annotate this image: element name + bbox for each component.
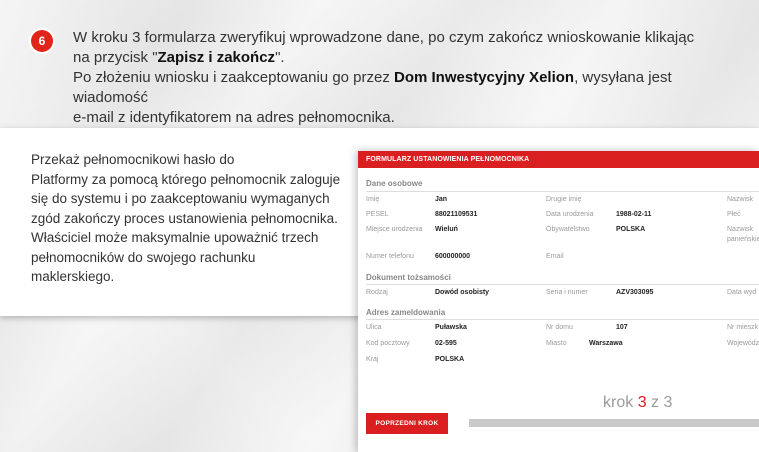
progress-bar: [469, 419, 759, 427]
label-issue-date: Data wyd: [727, 289, 757, 296]
description-line: Przekaż pełnomocnikowi hasło do: [31, 152, 235, 167]
intro-bold-button-name: Zapisz i zakończ: [157, 49, 276, 66]
value-pesel: 88021109531: [435, 211, 478, 218]
label-second-name: Drugie imię: [546, 196, 582, 203]
value-city: Warszawa: [589, 340, 623, 347]
description-line: się do systemu i po zaakceptowaniu wymag…: [31, 191, 330, 206]
intro-line-3: Po złożeniu wniosku i zaakceptowaniu go …: [73, 68, 713, 108]
value-house-number: 107: [616, 324, 628, 331]
step-current: 3: [637, 394, 647, 411]
step-indicator: krok 3 z 3: [603, 394, 672, 412]
progress-bar-fill: [469, 419, 759, 427]
label-house-number: Nr domu: [546, 324, 573, 331]
value-postal-code: 02-595: [435, 340, 457, 347]
previous-step-button[interactable]: POPRZEDNI KROK: [366, 413, 448, 434]
label-postal-code: Kod pocztowy: [366, 340, 410, 347]
description-line: Platformy za pomocą którego pełnomocnik …: [31, 171, 341, 187]
value-phone: 600000000: [435, 253, 471, 260]
description-line: Właściciel może maksymalnie upoważnić tr…: [31, 230, 319, 245]
section-document-title: Dokument tożsamości: [366, 273, 451, 282]
intro-text: W kroku 3 formularza zweryfikuj wprowadz…: [73, 28, 713, 128]
description-line: zgód zakończy proces ustanowienia pełnom…: [31, 210, 338, 226]
step-word: krok: [603, 394, 634, 411]
value-doc-number: AZV303095: [616, 289, 654, 296]
form-title: FORMULARZ USTANOWIENIA PEŁNOMOCNIKA: [358, 151, 759, 168]
intro-bold-company: Dom Inwestycyjny Xelion: [394, 69, 575, 86]
value-doc-type: Dowód osobisty: [435, 289, 490, 296]
intro-text-fragment: na przycisk ": [73, 49, 158, 66]
label-doc-number: Seria i numer: [546, 289, 588, 296]
label-street: Ulica: [366, 324, 382, 331]
section-divider: [366, 191, 759, 192]
step-number-badge: 6: [31, 30, 53, 52]
intro-text-fragment: Po złożeniu wniosku i zaakceptowaniu go …: [73, 69, 395, 86]
intro-line-1: W kroku 3 formularza zweryfikuj wprowadz…: [73, 29, 695, 46]
section-personal-title: Dane osobowe: [366, 179, 423, 188]
label-surname: Nazwisk: [727, 196, 754, 203]
label-doc-type: Rodzaj: [366, 289, 388, 296]
intro-text-fragment: ".: [275, 49, 285, 66]
section-address-title: Adres zameldowania: [366, 308, 446, 317]
intro-line-2: na przycisk "Zapisz i zakończ".: [73, 48, 713, 68]
value-first-name: Jan: [435, 196, 448, 203]
label-maiden-name-2: panieńskie: [727, 236, 759, 243]
label-birth-place: Miejsce urodzenia: [366, 226, 423, 233]
step-total: 3: [663, 394, 673, 411]
label-country: Kraj: [366, 356, 379, 363]
intro-line-4: e-mail z identyfikatorem na adres pełnom…: [73, 109, 395, 126]
label-birth-date: Data urodzenia: [546, 211, 594, 218]
section-divider: [366, 319, 759, 320]
label-pesel: PESEL: [366, 211, 389, 218]
value-country: POLSKA: [435, 356, 465, 363]
label-sex: Płeć: [727, 211, 741, 218]
description-text: Przekaż pełnomocnikowi hasło do Platform…: [31, 150, 341, 287]
value-birth-date: 1988-02-11: [616, 211, 652, 218]
value-birth-place: Wieluń: [435, 226, 458, 233]
form-screenshot: FORMULARZ USTANOWIENIA PEŁNOMOCNIKA Dane…: [358, 151, 759, 452]
label-flat-number: Nr mieszk: [727, 324, 759, 331]
description-line: pełnomocników do swojego rachunku makler…: [31, 249, 256, 285]
value-citizenship: POLSKA: [616, 226, 646, 233]
label-city: Miasto: [546, 340, 567, 347]
label-maiden-name: Nazwisk: [727, 226, 754, 233]
label-email: Email: [546, 253, 564, 260]
label-voivodeship: Województ: [727, 340, 759, 347]
label-citizenship: Obywatelstwo: [546, 226, 590, 233]
step-separator: z: [651, 394, 660, 411]
section-divider: [366, 284, 759, 285]
value-street: Puławska: [435, 324, 467, 331]
label-phone: Numer telefonu: [366, 253, 414, 260]
label-first-name: Imię: [366, 196, 380, 203]
